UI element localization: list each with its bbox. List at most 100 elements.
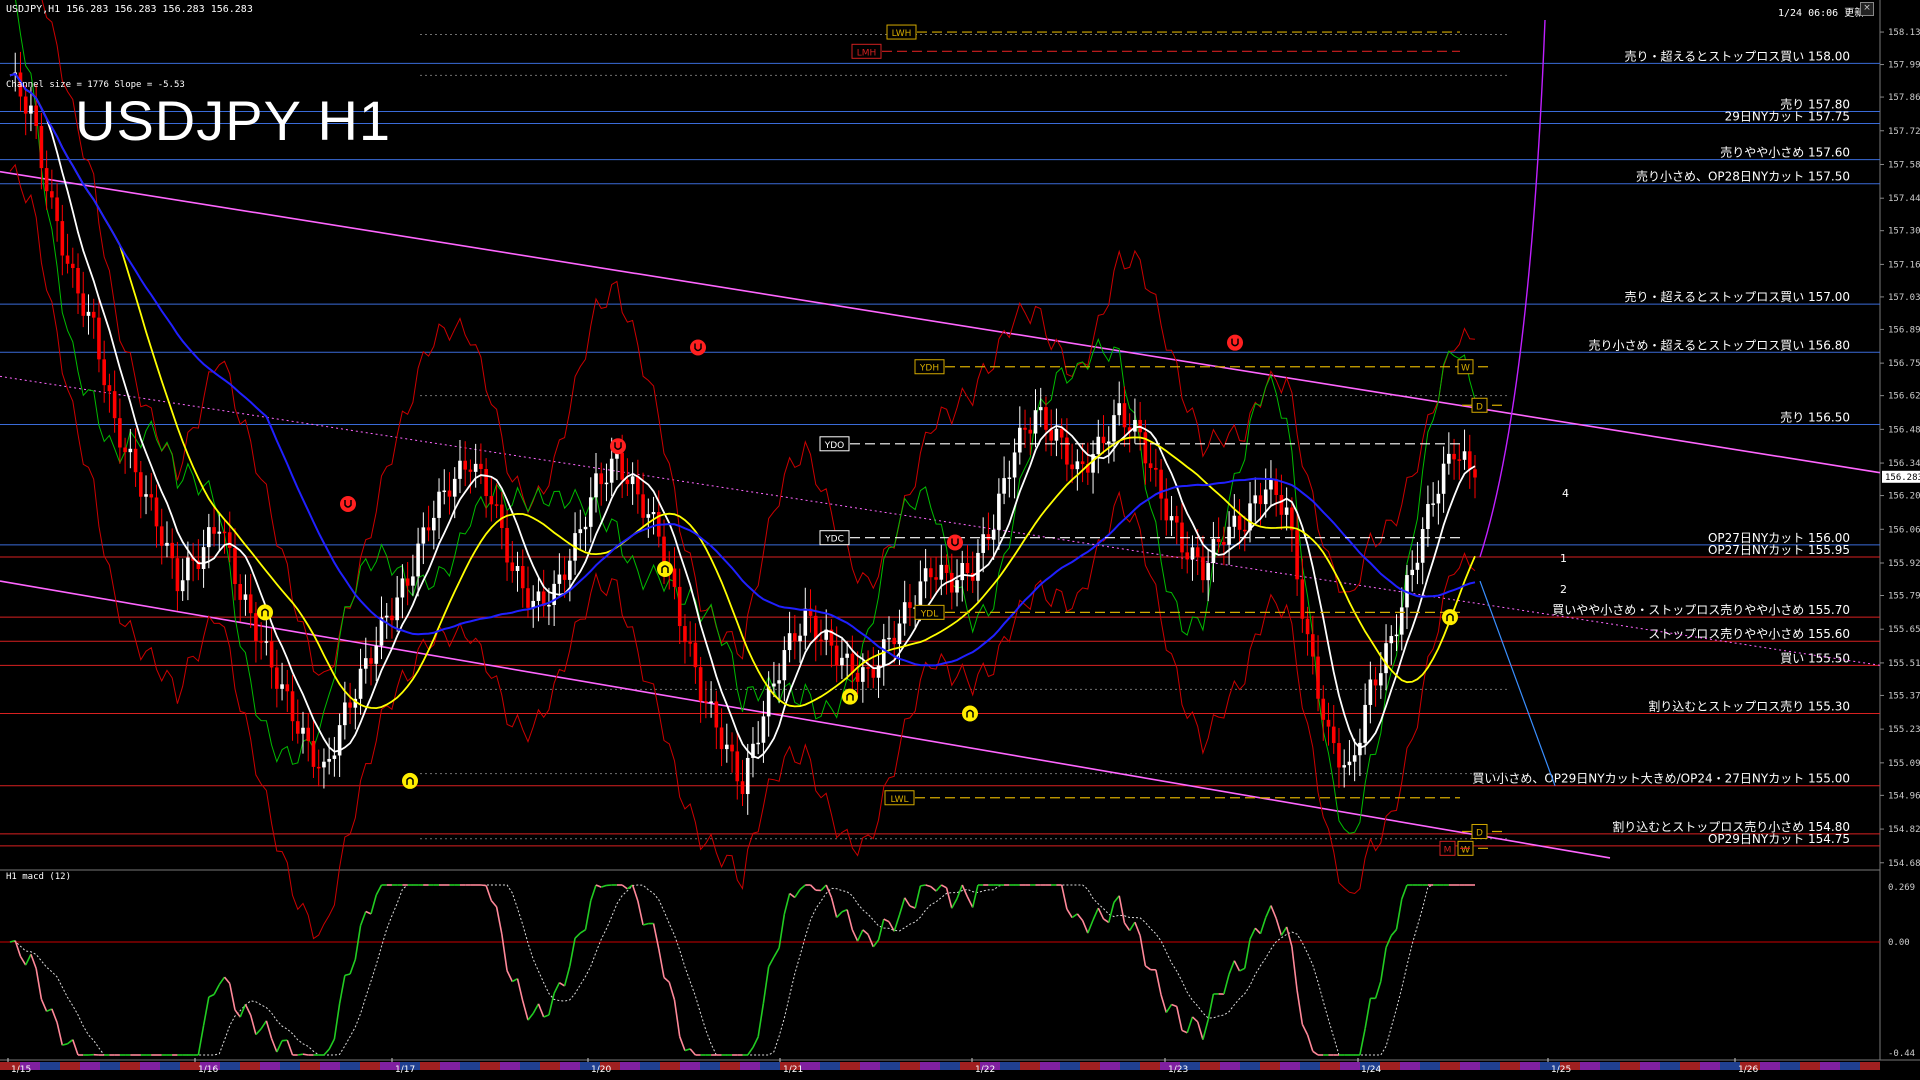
session-bar: [360, 1062, 380, 1070]
candle-body: [1038, 407, 1043, 411]
candle-body: [405, 578, 410, 586]
candle-body: [39, 125, 44, 169]
candle-body: [1363, 704, 1367, 743]
candle-body: [1112, 415, 1116, 442]
session-bar: [1700, 1062, 1720, 1070]
marker-label: D: [1476, 402, 1483, 412]
session-bar: [880, 1062, 900, 1070]
date-label: 1/23: [1168, 1065, 1188, 1075]
fractal-up-icon: [1442, 609, 1458, 626]
candle-body: [1185, 552, 1190, 560]
candle-body: [866, 667, 870, 669]
candle-body: [1263, 489, 1268, 505]
candle-body: [165, 542, 169, 546]
candle-body: [1311, 634, 1315, 657]
date-label: 1/21: [783, 1065, 803, 1075]
marker-label: M: [1444, 845, 1452, 855]
session-bar: [1680, 1062, 1700, 1070]
session-bar: [1520, 1062, 1540, 1070]
candle-body: [222, 531, 227, 534]
candle-body: [133, 448, 138, 473]
candle-body: [290, 691, 295, 722]
candle-body: [735, 751, 740, 782]
session-bar: [300, 1062, 320, 1070]
session-bar: [840, 1062, 860, 1070]
level-label: 売り小さめ・超えるとストップロス買い 156.80: [1589, 337, 1850, 352]
candle-body: [55, 197, 59, 222]
session-bar: [560, 1062, 580, 1070]
macd-segment: [920, 884, 926, 887]
candle-body: [44, 168, 49, 192]
candle-body: [630, 476, 635, 485]
candle-body: [149, 494, 154, 498]
candle-body: [1379, 673, 1383, 686]
candle-body: [463, 460, 467, 470]
fractal-up-icon: [842, 688, 858, 705]
axis-tick-label: 154.680: [1888, 859, 1920, 869]
candle-body: [212, 527, 216, 534]
level-label: 売りやや小さめ 157.60: [1720, 145, 1850, 160]
candle-body: [479, 463, 483, 470]
candle-body: [1300, 579, 1305, 619]
session-bar: [700, 1062, 720, 1070]
candle-body: [965, 563, 970, 574]
candle-body: [175, 558, 180, 592]
session-bar: [280, 1062, 300, 1070]
candle-body: [468, 469, 473, 472]
level-label: 29日NYカット 157.75: [1725, 110, 1850, 124]
candle-body: [1441, 463, 1446, 494]
candle-body: [719, 727, 724, 750]
candle-body: [1342, 765, 1346, 768]
candle-body: [1253, 495, 1258, 504]
date-label: 1/25: [1551, 1065, 1571, 1075]
candle-body: [1169, 516, 1174, 521]
candle-body: [683, 626, 687, 643]
session-bar: [1460, 1062, 1480, 1070]
candle-body: [489, 496, 494, 505]
session-bar: [520, 1062, 540, 1070]
session-bar: [1620, 1062, 1640, 1070]
candle-body: [1148, 463, 1153, 468]
candle-body: [1258, 495, 1263, 505]
fractal-up-icon: [402, 772, 418, 789]
macd-axis-label: 0.00: [1888, 938, 1910, 948]
candle-body: [1368, 679, 1373, 705]
candle-body: [390, 615, 394, 621]
session-bar: [1440, 1062, 1460, 1070]
candle-body: [709, 701, 713, 703]
candle-body: [981, 534, 985, 553]
session-bar: [1220, 1062, 1240, 1070]
candle-body: [1106, 441, 1111, 444]
axis-tick-label: 154.960: [1888, 791, 1920, 801]
candle-body: [1122, 403, 1127, 428]
candle-body: [379, 617, 384, 646]
level-label: 売り 156.50: [1780, 410, 1850, 425]
candle-body: [897, 623, 902, 645]
session-bar: [860, 1062, 880, 1070]
candle-body: [714, 701, 719, 728]
candle-body: [1467, 451, 1472, 470]
session-bar: [1320, 1062, 1340, 1070]
session-bar: [340, 1062, 360, 1070]
candle-body: [426, 527, 431, 531]
candle-body: [363, 658, 368, 669]
candle-body: [1331, 726, 1336, 744]
candle-body: [1352, 755, 1357, 762]
session-bar: [1080, 1062, 1100, 1070]
marker-label: LWL: [890, 795, 908, 805]
last-price-label: 156.283: [1885, 473, 1920, 483]
candle-body: [411, 576, 415, 586]
session-bar: [1020, 1062, 1040, 1070]
close-icon[interactable]: ×: [1860, 2, 1874, 16]
candle-body: [1321, 698, 1326, 720]
channel-info: Channel size = 1776 Slope = -5.53: [6, 80, 185, 90]
candle-body: [892, 637, 897, 645]
axis-tick-label: 156.065: [1888, 525, 1920, 535]
axis-tick-label: 157.165: [1888, 260, 1920, 270]
candle-body: [285, 684, 290, 692]
candle-body: [1452, 453, 1456, 460]
candle-body: [672, 568, 677, 587]
candle-body: [332, 755, 337, 759]
candle-body: [1174, 516, 1179, 523]
candle-body: [1473, 469, 1477, 478]
